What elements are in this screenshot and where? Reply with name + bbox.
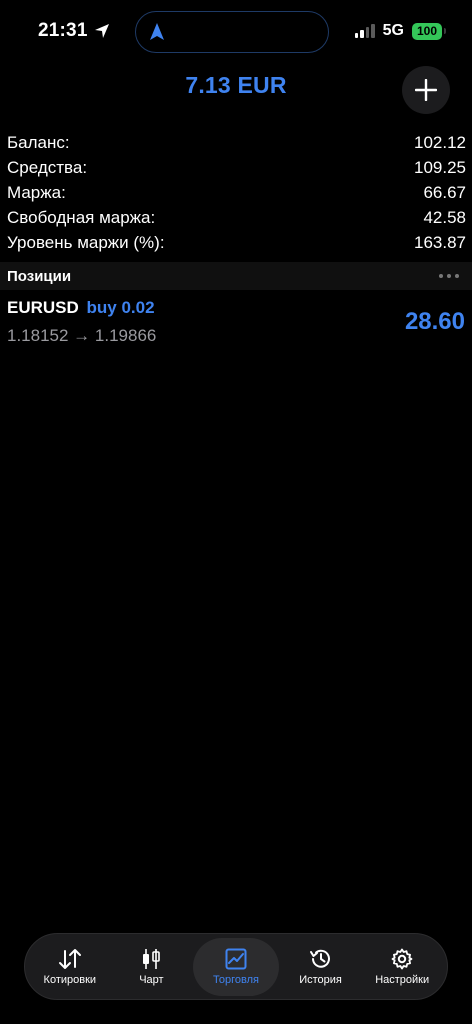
dynamic-island bbox=[135, 11, 329, 53]
position-symbol: EURUSD bbox=[7, 298, 79, 317]
tab-trade[interactable]: Торговля bbox=[192, 937, 279, 996]
network-label: 5G bbox=[382, 22, 404, 39]
summary-value: 42.58 bbox=[423, 208, 466, 227]
summary-label: Уровень маржи (%): bbox=[7, 233, 165, 252]
bottom-tab-bar: Котировки Чарт Торговля История Настройк… bbox=[24, 933, 448, 1000]
status-indicators: 5G 100 bbox=[354, 22, 447, 40]
summary-label: Свободная маржа: bbox=[7, 208, 156, 227]
summary-value: 163.87 bbox=[414, 233, 466, 252]
account-total: 7.13 EUR bbox=[185, 72, 287, 98]
positions-title: Позиции bbox=[7, 267, 72, 285]
more-options-icon[interactable] bbox=[439, 274, 459, 278]
tab-chart[interactable]: Чарт bbox=[111, 938, 191, 996]
summary-value: 66.67 bbox=[423, 183, 466, 202]
position-symbol-line: EURUSD buy 0.02 bbox=[7, 298, 155, 318]
tab-quotes[interactable]: Котировки bbox=[30, 938, 110, 996]
positions-section-header: Позиции bbox=[0, 262, 472, 290]
tab-label: Настройки bbox=[375, 973, 430, 986]
tab-label: История bbox=[299, 973, 342, 986]
summary-row-margin: Маржа: 66.67 bbox=[7, 180, 466, 205]
history-icon bbox=[309, 949, 330, 968]
quotes-icon bbox=[58, 948, 81, 969]
summary-label: Маржа: bbox=[7, 183, 66, 202]
tab-label: Котировки bbox=[43, 973, 97, 986]
tab-settings[interactable]: Настройки bbox=[362, 938, 442, 996]
tab-label: Чарт bbox=[139, 973, 164, 986]
summary-value: 109.25 bbox=[414, 158, 466, 177]
summary-row-margin-level: Уровень маржи (%): 163.87 bbox=[7, 230, 466, 255]
summary-value: 102.12 bbox=[414, 133, 466, 152]
summary-row-equity: Средства: 109.25 bbox=[7, 155, 466, 180]
summary-row-free-margin: Свободная маржа: 42.58 bbox=[7, 205, 466, 230]
position-row[interactable]: EURUSD buy 0.02 1.18152 → 1.19866 28.60 bbox=[0, 296, 472, 354]
battery-icon: 100 bbox=[411, 22, 447, 40]
summary-label: Баланс: bbox=[7, 133, 70, 152]
trade-icon bbox=[225, 948, 247, 969]
position-side: buy 0.02 bbox=[86, 298, 155, 317]
status-time: 21:31 bbox=[38, 20, 88, 41]
plus-icon bbox=[415, 79, 437, 101]
position-profit: 28.60 bbox=[404, 308, 465, 335]
chart-icon bbox=[143, 948, 161, 969]
settings-icon bbox=[391, 948, 413, 969]
tab-label: Торговля bbox=[213, 973, 259, 986]
status-clock: 21:31 bbox=[38, 20, 110, 42]
summary-label: Средства: bbox=[7, 158, 88, 177]
tab-history[interactable]: История bbox=[281, 938, 361, 996]
navigation-icon bbox=[150, 23, 164, 40]
location-arrow-icon bbox=[94, 24, 109, 38]
signal-icon bbox=[354, 24, 375, 38]
summary-row-balance: Баланс: 102.12 bbox=[7, 130, 466, 155]
position-prices: 1.18152 → 1.19866 bbox=[7, 326, 157, 345]
add-order-button[interactable] bbox=[402, 66, 450, 114]
account-summary: Баланс: 102.12 Средства: 109.25 Маржа: 6… bbox=[7, 130, 466, 255]
status-bar: 21:31 5G 100 bbox=[0, 0, 472, 64]
